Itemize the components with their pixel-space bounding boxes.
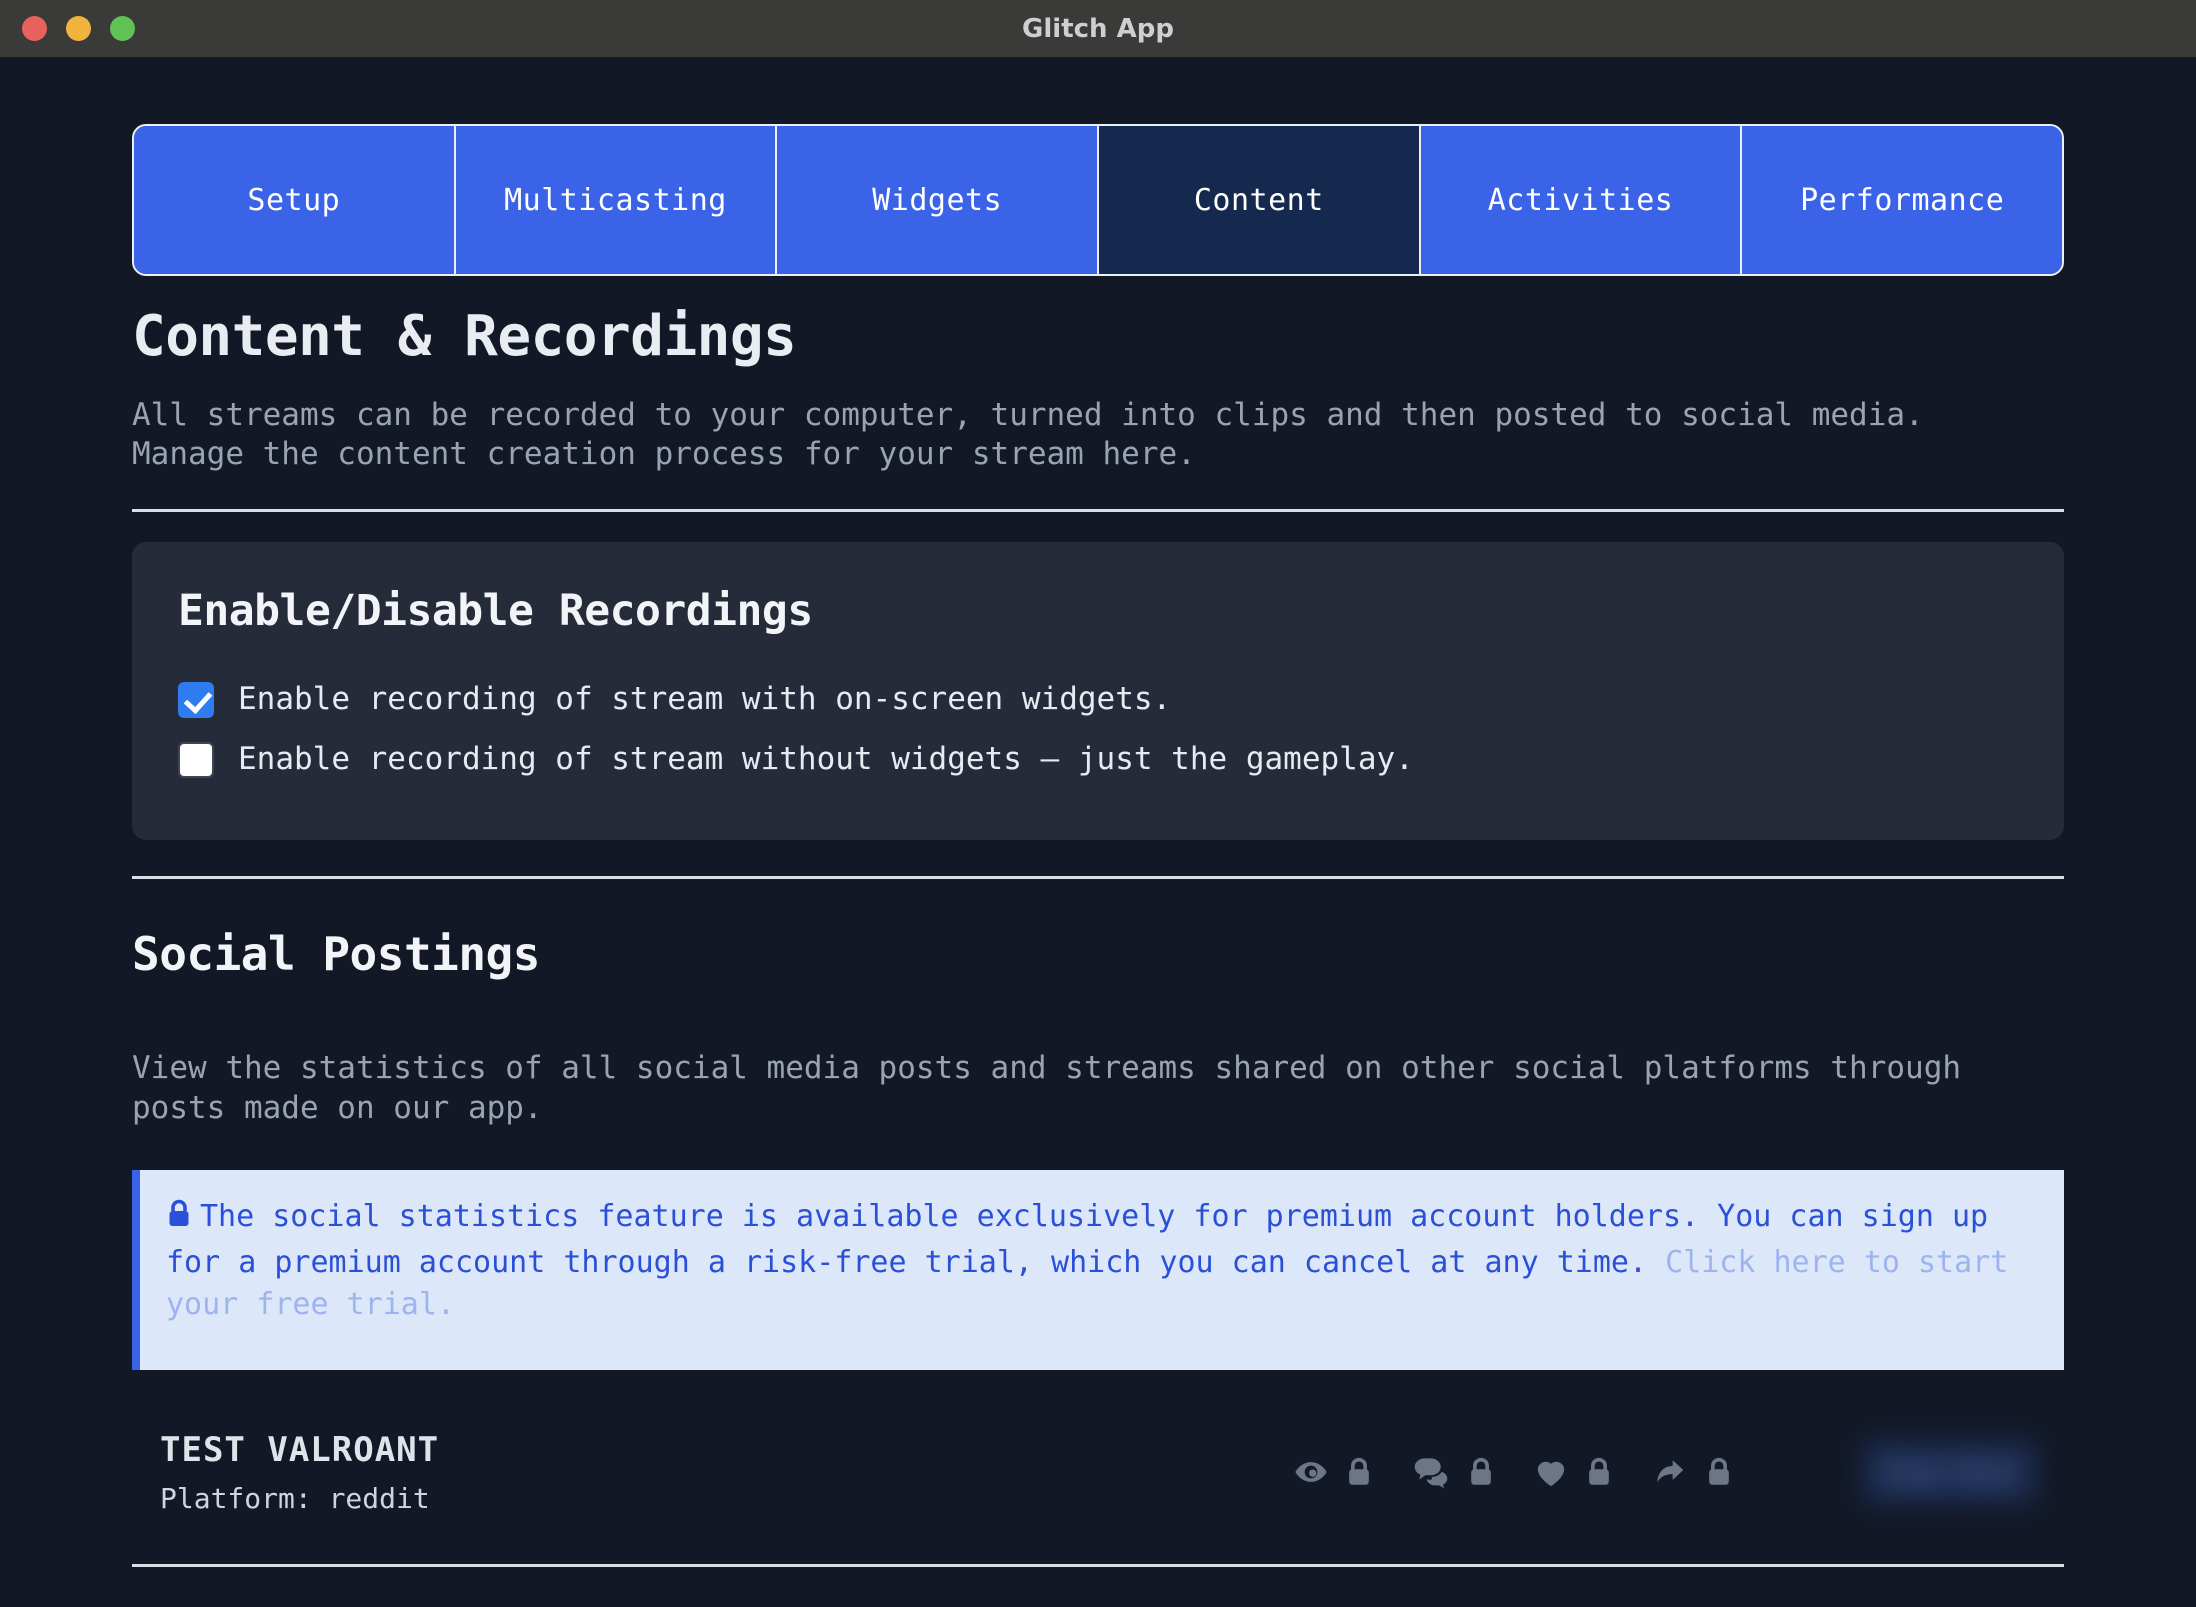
social-postings-description: View the statistics of all social media … <box>132 1049 1962 1126</box>
divider <box>132 508 2064 512</box>
main-tabbar: Setup Multicasting Widgets Content Activ… <box>132 124 2064 276</box>
close-window-icon[interactable] <box>22 16 47 41</box>
tab-setup[interactable]: Setup <box>134 126 456 274</box>
post-info: TEST VALROANT Platform: reddit <box>160 1430 439 1515</box>
lock-icon <box>1344 1456 1374 1488</box>
recordings-heading: Enable/Disable Recordings <box>178 585 813 636</box>
recordings-option-with-widgets[interactable]: Enable recording of stream with on-scree… <box>178 674 2018 726</box>
checkbox-with-widgets[interactable] <box>178 681 214 718</box>
tab-label: Performance <box>1800 182 2005 218</box>
heart-icon <box>1534 1456 1568 1488</box>
stat-shares <box>1652 1456 1734 1488</box>
app-window: Glitch App Setup Multicasting Widgets Co… <box>0 0 2196 1607</box>
stat-comments <box>1412 1455 1496 1489</box>
tab-label: Setup <box>247 182 341 218</box>
lock-icon <box>1466 1456 1496 1488</box>
checkbox-label: Enable recording of stream with on-scree… <box>238 681 1172 718</box>
maximize-window-icon[interactable] <box>110 16 135 41</box>
divider <box>132 1564 2064 1568</box>
view-post-button[interactable]: View Post <box>1864 1441 2036 1504</box>
post-stats-group <box>1294 1455 1734 1489</box>
post-title: TEST VALROANT <box>160 1429 440 1470</box>
tab-performance[interactable]: Performance <box>1742 126 2062 274</box>
page-title: Content & Recordings <box>132 304 797 369</box>
lock-icon <box>1584 1456 1614 1488</box>
share-icon <box>1652 1456 1688 1488</box>
tab-widgets[interactable]: Widgets <box>777 126 1100 274</box>
premium-notice-text: The social statistics feature is availab… <box>166 1196 2034 1327</box>
content-panel: Content & Recordings All streams can be … <box>132 306 2064 1607</box>
window-body: Setup Multicasting Widgets Content Activ… <box>0 58 2196 1607</box>
tab-activities[interactable]: Activities <box>1420 126 1743 274</box>
premium-notice-banner: The social statistics feature is availab… <box>132 1170 2064 1371</box>
social-postings-heading: Social Postings <box>132 926 540 981</box>
stat-views <box>1294 1455 1374 1489</box>
tab-label: Multicasting <box>504 182 727 218</box>
recordings-option-without-widgets[interactable]: Enable recording of stream without widge… <box>178 734 2018 786</box>
checkbox-without-widgets[interactable] <box>178 741 214 778</box>
stat-likes <box>1534 1456 1614 1488</box>
post-platform: Platform: reddit <box>160 1481 430 1515</box>
divider <box>132 875 2064 879</box>
recordings-card: Enable/Disable Recordings Enable recordi… <box>132 541 2064 840</box>
checkbox-label: Enable recording of stream without widge… <box>238 741 1414 778</box>
minimize-window-icon[interactable] <box>66 16 91 41</box>
lock-icon <box>1704 1456 1734 1488</box>
tab-label: Widgets <box>872 182 1003 218</box>
social-post-row: TEST VALROANT Platform: reddit View Post <box>132 1424 2064 1520</box>
tab-content[interactable]: Content <box>1099 126 1421 274</box>
page-subtitle: All streams can be recorded to your comp… <box>132 396 1924 473</box>
eye-icon <box>1294 1455 1328 1489</box>
tab-multicasting[interactable]: Multicasting <box>455 126 778 274</box>
comments-icon <box>1412 1455 1450 1489</box>
traffic-light-group <box>22 16 135 41</box>
window-titlebar: Glitch App <box>0 0 2196 58</box>
tab-label: Content <box>1193 182 1324 218</box>
tab-label: Activities <box>1487 182 1674 218</box>
window-title: Glitch App <box>1022 13 1174 44</box>
lock-icon <box>166 1199 192 1242</box>
